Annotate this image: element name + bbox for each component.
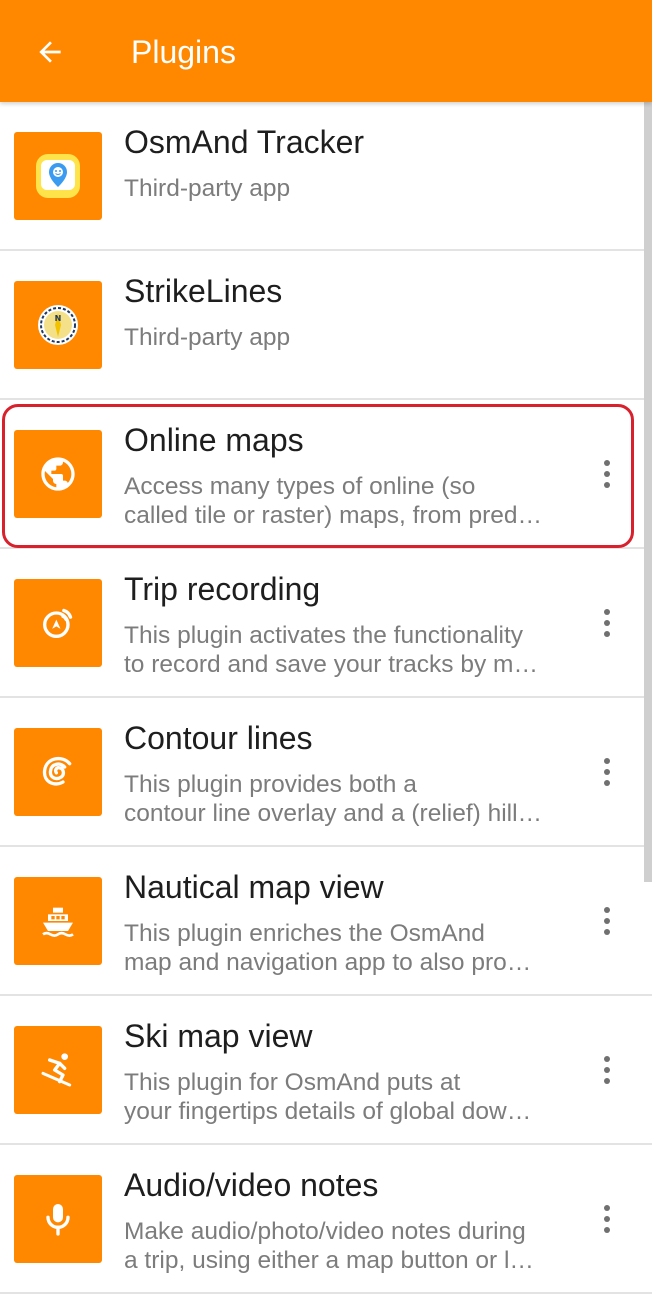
more-options-button[interactable] <box>592 601 622 645</box>
plugin-description-line: This plugin for OsmAnd puts at <box>124 1069 461 1096</box>
plugin-item-strikelines[interactable]: N StrikeLines Third-party app <box>0 251 652 400</box>
more-options-button[interactable] <box>592 750 622 794</box>
more-options-button[interactable] <box>592 452 622 496</box>
plugin-icon-box <box>14 877 102 965</box>
app-bar: Plugins <box>0 0 652 102</box>
plugin-description-line: Third-party app <box>124 175 291 202</box>
back-button[interactable] <box>22 28 78 76</box>
plugin-description-line: map and navigation app to also pro… <box>124 949 532 976</box>
plugin-description-line: This plugin activates the functionality <box>124 622 524 649</box>
plugin-description: Access many types of online (so called t… <box>124 472 556 530</box>
plugin-icon-box: N <box>14 281 102 369</box>
more-options-button[interactable] <box>592 1048 622 1092</box>
plugin-description-line: your fingertips details of global dow… <box>124 1098 532 1125</box>
plugin-item-contour-lines[interactable]: Contour lines This plugin provides both … <box>0 698 652 847</box>
plugin-description: Third-party app <box>124 174 556 203</box>
svg-text:N: N <box>55 314 62 323</box>
more-vert-icon <box>604 1056 610 1084</box>
skier-icon <box>41 1053 72 1087</box>
plugin-description: Third-party app <box>124 323 556 352</box>
plugin-item-trip-recording[interactable]: Trip recording This plugin activates the… <box>0 549 652 698</box>
plugin-title: Nautical map view <box>124 869 384 905</box>
plugin-icon-box <box>14 1026 102 1114</box>
plugin-description: Make audio/photo/video notes during a tr… <box>124 1217 556 1275</box>
contour-lines-icon <box>42 756 72 786</box>
plugin-description-line: Third-party app <box>124 324 291 351</box>
globe-icon <box>41 457 75 491</box>
plugin-item-audio-video-notes[interactable]: Audio/video notes Make audio/photo/video… <box>0 1145 652 1294</box>
more-vert-icon <box>604 1205 610 1233</box>
microphone-icon <box>46 1204 70 1236</box>
plugin-description-line: This plugin provides both a <box>124 771 417 798</box>
plugin-description-line: a trip, using either a map button or l… <box>124 1247 534 1274</box>
plugin-title: OsmAnd Tracker <box>124 124 365 160</box>
more-vert-icon <box>604 758 610 786</box>
plugin-icon-box <box>14 728 102 816</box>
arrow-back-icon <box>39 41 61 63</box>
plugin-item-osmand-tracker[interactable]: OsmAnd Tracker Third-party app <box>0 102 652 251</box>
plugin-description-line: called tile or raster) maps, from pred… <box>124 502 542 529</box>
plugin-list: OsmAnd Tracker Third-party app N StrikeL… <box>0 102 652 1294</box>
strikelines-app-icon: N <box>38 305 78 345</box>
plugin-title: Ski map view <box>124 1018 313 1054</box>
more-vert-icon <box>604 460 610 488</box>
plugin-description-line: to record and save your tracks by m… <box>124 651 538 678</box>
plugin-description: This plugin activates the functionality … <box>124 621 556 679</box>
plugin-description-line: contour line overlay and a (relief) hill… <box>124 800 543 827</box>
tracker-app-icon <box>36 154 80 198</box>
plugin-title: Online maps <box>124 422 304 458</box>
more-vert-icon <box>604 907 610 935</box>
plugin-description: This plugin enriches the OsmAnd map and … <box>124 919 556 977</box>
plugin-item-ski-map-view[interactable]: Ski map view This plugin for OsmAnd puts… <box>0 996 652 1145</box>
more-options-button[interactable] <box>592 899 622 943</box>
more-vert-icon <box>604 609 610 637</box>
plugin-title: StrikeLines <box>124 273 283 309</box>
plugin-item-online-maps[interactable]: Online maps Access many types of online … <box>0 400 652 549</box>
plugin-title: Trip recording <box>124 571 321 607</box>
plugin-icon-box <box>14 1175 102 1263</box>
plugin-title: Audio/video notes <box>124 1167 379 1203</box>
plugin-item-nautical-map-view[interactable]: Nautical map view This plugin enriches t… <box>0 847 652 996</box>
trip-recording-icon <box>43 608 73 638</box>
plugin-description: This plugin provides both a contour line… <box>124 770 556 828</box>
plugin-icon-box <box>14 579 102 667</box>
plugin-title: Contour lines <box>124 720 313 756</box>
plugin-icon-box <box>14 430 102 518</box>
plugin-description: This plugin for OsmAnd puts at your fing… <box>124 1068 556 1126</box>
plugin-icon-box <box>14 132 102 220</box>
ship-icon <box>42 907 74 937</box>
plugin-description-line: Access many types of online (so <box>124 473 476 500</box>
page-title: Plugins <box>131 34 236 70</box>
plugin-description-line: This plugin enriches the OsmAnd <box>124 920 485 947</box>
scrollbar[interactable] <box>644 102 652 882</box>
plugin-description-line: Make audio/photo/video notes during <box>124 1218 526 1245</box>
more-options-button[interactable] <box>592 1197 622 1241</box>
